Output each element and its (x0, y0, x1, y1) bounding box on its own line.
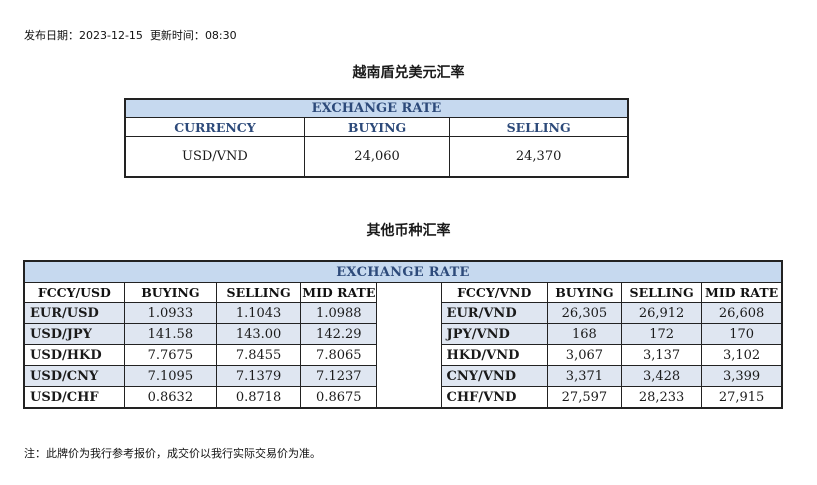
buying-cell: 141.58 (123, 323, 217, 345)
buying-cell: 3,067 (546, 344, 623, 366)
column-header-selling: SELLING (449, 117, 629, 137)
other-section-title: 其他币种汇率 (0, 220, 817, 240)
mid-rate-cell: 26,608 (701, 302, 783, 324)
selling-cell: 3,428 (620, 365, 703, 387)
buying-cell: 27,597 (546, 386, 623, 409)
column-gap (376, 323, 442, 345)
other-table-title: EXCHANGE RATE (23, 260, 783, 283)
selling-cell: 28,233 (620, 386, 703, 409)
selling-cell: 3,137 (620, 344, 703, 366)
mid-rate-cell: 27,915 (701, 386, 783, 409)
other-section-title-text: 其他币种汇率 (366, 223, 451, 239)
column-header-currency: CURRENCY (124, 117, 305, 137)
column-header-selling: SELLING (620, 282, 703, 303)
pair-cell: USD/CHF (23, 386, 125, 409)
selling-cell: 172 (620, 323, 703, 345)
column-header-fccy-vnd: FCCY/VND (440, 282, 548, 303)
mid-rate-cell: 7.8065 (300, 344, 378, 366)
footnote: 注：此牌价为我行参考报价，成交价以我行实际交易价为准。 (24, 447, 321, 460)
column-header-mid-rate: MID RATE (300, 282, 378, 303)
table-row: EUR/USD 1.0933 1.1043 1.0988 EUR/VND 26,… (23, 302, 783, 324)
pair-cell: CNY/VND (440, 365, 548, 387)
pair-cell: JPY/VND (440, 323, 548, 345)
column-header-selling: SELLING (215, 282, 302, 303)
column-header-buying: BUYING (303, 117, 451, 137)
buying-cell: 168 (546, 323, 623, 345)
column-gap (376, 344, 442, 366)
column-gap (376, 365, 442, 387)
column-header-buying: BUYING (546, 282, 623, 303)
column-gap (376, 386, 442, 408)
pair-cell: EUR/USD (23, 302, 125, 324)
table-row: USD/HKD 7.7675 7.8455 7.8065 HKD/VND 3,0… (23, 344, 783, 366)
mid-rate-cell: 7.1237 (300, 365, 378, 387)
column-gap (376, 282, 442, 303)
mid-rate-cell: 3,399 (701, 365, 783, 387)
buying-cell: 7.7675 (123, 344, 217, 366)
column-header-buying: BUYING (123, 282, 217, 303)
selling-cell: 7.1379 (215, 365, 302, 387)
update-time-label: 更新时间： (149, 29, 205, 42)
other-rates-table: EXCHANGE RATE FCCY/USD BUYING SELLING MI… (23, 260, 783, 409)
mid-rate-cell: 3,102 (701, 344, 783, 366)
pair-cell: CHF/VND (440, 386, 548, 409)
buying-cell: 3,371 (546, 365, 623, 387)
pair-cell: EUR/VND (440, 302, 548, 324)
selling-cell: 7.8455 (215, 344, 302, 366)
buying-cell: 7.1095 (123, 365, 217, 387)
mid-rate-cell: 142.29 (300, 323, 378, 345)
column-header-mid-rate: MID RATE (701, 282, 783, 303)
vnd-section-title: 越南盾兑美元汇率 (0, 62, 817, 82)
buying-cell: 26,305 (546, 302, 623, 324)
table-row: USD/JPY 141.58 143.00 142.29 JPY/VND 168… (23, 323, 783, 345)
table-row: USD/VND 24,060 24,370 (124, 136, 629, 178)
selling-cell: 26,912 (620, 302, 703, 324)
buying-cell: 1.0933 (123, 302, 217, 324)
buying-cell: 24,060 (303, 136, 451, 178)
column-header-fccy-usd: FCCY/USD (23, 282, 125, 303)
selling-cell: 1.1043 (215, 302, 302, 324)
column-gap (376, 302, 442, 324)
mid-rate-cell: 1.0988 (300, 302, 378, 324)
pair-cell: USD/JPY (23, 323, 125, 345)
selling-cell: 24,370 (449, 136, 629, 178)
currency-cell: USD/VND (124, 136, 305, 178)
selling-cell: 143.00 (215, 323, 302, 345)
mid-rate-cell: 0.8675 (300, 386, 378, 409)
table-row: USD/CNY 7.1095 7.1379 7.1237 CNY/VND 3,3… (23, 365, 783, 387)
publish-date: 2023-12-15 (79, 29, 143, 42)
vnd-section-title-text: 越南盾兑美元汇率 (352, 65, 465, 81)
publish-info: 发布日期：2023-12-15 更新时间：08:30 (24, 27, 237, 43)
selling-cell: 0.8718 (215, 386, 302, 409)
update-time: 08:30 (204, 29, 237, 42)
vnd-rate-table: EXCHANGE RATE CURRENCY BUYING SELLING US… (124, 98, 629, 178)
pair-cell: HKD/VND (440, 344, 548, 366)
table-row: USD/CHF 0.8632 0.8718 0.8675 CHF/VND 27,… (23, 386, 783, 409)
pair-cell: USD/HKD (23, 344, 125, 366)
publish-date-label: 发布日期： (24, 29, 79, 42)
vnd-table-title: EXCHANGE RATE (124, 98, 629, 118)
buying-cell: 0.8632 (123, 386, 217, 409)
mid-rate-cell: 170 (701, 323, 783, 345)
pair-cell: USD/CNY (23, 365, 125, 387)
